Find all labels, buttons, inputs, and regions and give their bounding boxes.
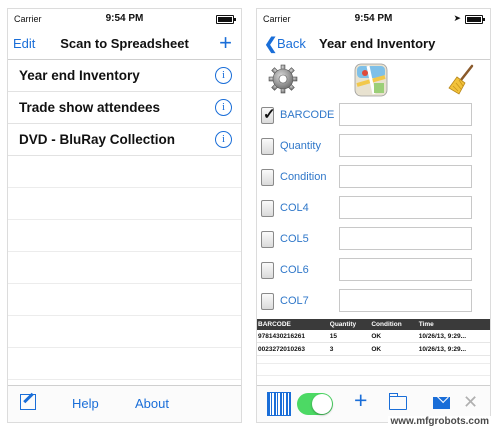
watermark: www.mfgrobots.com [388, 416, 491, 427]
back-chevron-icon[interactable]: ❮ [264, 34, 277, 54]
empty-row [8, 188, 241, 220]
field-input[interactable] [339, 289, 472, 312]
empty-row [8, 348, 241, 380]
gear-icon[interactable] [268, 64, 298, 94]
field-input[interactable] [339, 196, 472, 219]
field-label: BARCODE [280, 109, 335, 121]
field-checkbox[interactable] [261, 262, 274, 279]
info-icon[interactable]: i [215, 67, 232, 84]
empty-row [8, 316, 241, 348]
status-bar: Carrier 9:54 PM ➤ [257, 9, 490, 29]
add-button[interactable]: + [219, 30, 232, 56]
field-checkbox[interactable] [261, 138, 274, 155]
field-input[interactable] [339, 165, 472, 188]
field-checkbox[interactable] [261, 293, 274, 310]
info-icon[interactable]: i [215, 131, 232, 148]
field-row-col5: COL5 [257, 224, 490, 255]
spreadsheet-list: Year end Inventory i Trade show attendee… [8, 60, 241, 380]
list-item[interactable]: DVD - BluRay Collection i [8, 124, 241, 156]
navigation-bar: Edit Scan to Spreadsheet + [8, 29, 241, 60]
compose-icon[interactable] [20, 394, 36, 410]
field-label: COL5 [280, 233, 309, 245]
field-checkbox[interactable] [261, 200, 274, 217]
field-row-condition: Condition [257, 162, 490, 193]
map-icon[interactable] [354, 63, 388, 97]
field-label: COL7 [280, 295, 309, 307]
table-cell: OK [370, 330, 418, 343]
scan-toggle[interactable] [297, 393, 333, 415]
barcode-scan-icon[interactable] [267, 392, 291, 416]
action-icons-row [257, 60, 490, 100]
field-input[interactable] [339, 134, 472, 157]
table-cell: 15 [328, 330, 371, 343]
page-title: Year end Inventory [319, 36, 436, 51]
column-header: Time [417, 319, 490, 330]
about-button[interactable]: About [135, 396, 169, 411]
field-row-quantity: Quantity [257, 131, 490, 162]
field-input[interactable] [339, 227, 472, 250]
mail-icon[interactable] [433, 397, 450, 409]
list-item-label: DVD - BluRay Collection [19, 132, 176, 147]
add-row-button[interactable]: + [354, 387, 367, 414]
empty-row [8, 156, 241, 188]
battery-icon [216, 15, 236, 24]
field-row-col6: COL6 [257, 255, 490, 286]
left-phone-screen: Carrier 9:54 PM Edit Scan to Spreadsheet… [7, 8, 242, 423]
status-bar: Carrier 9:54 PM [8, 9, 241, 29]
checkmark-icon: ✓ [263, 106, 276, 123]
folder-icon[interactable] [389, 393, 407, 410]
table-header-row: BARCODE Quantity Condition Time [257, 319, 490, 330]
field-label: Quantity [280, 140, 321, 152]
bottom-toolbar: Help About [8, 385, 241, 422]
right-phone-screen: Carrier 9:54 PM ➤ ❮ Back Year end Invent… [256, 8, 491, 423]
field-checkbox[interactable]: ✓ [261, 106, 276, 124]
list-item[interactable]: Year end Inventory i [8, 60, 241, 92]
page-title: Scan to Spreadsheet [60, 36, 189, 51]
close-icon[interactable]: ✕ [463, 392, 478, 413]
list-item-label: Trade show attendees [19, 100, 161, 115]
field-label: Condition [280, 171, 327, 183]
location-icon: ➤ [453, 13, 461, 23]
navigation-bar: ❮ Back Year end Inventory [257, 29, 490, 60]
field-row-barcode: ✓ BARCODE [257, 100, 490, 131]
column-header: Quantity [328, 319, 371, 330]
field-row-col4: COL4 [257, 193, 490, 224]
field-checkbox[interactable] [261, 231, 274, 248]
empty-row [257, 365, 490, 376]
field-input[interactable] [339, 103, 472, 126]
broom-icon[interactable] [447, 64, 477, 96]
list-item-label: Year end Inventory [19, 68, 140, 83]
status-time: 9:54 PM [105, 13, 144, 24]
scan-results-table: BARCODE Quantity Condition Time 97814302… [257, 319, 490, 356]
empty-row [257, 353, 490, 364]
list-item[interactable]: Trade show attendees i [8, 92, 241, 124]
back-button[interactable]: Back [277, 36, 306, 51]
empty-row [8, 252, 241, 284]
help-button[interactable]: Help [72, 396, 99, 411]
empty-row [8, 220, 241, 252]
field-label: COL4 [280, 202, 309, 214]
field-label: COL6 [280, 264, 309, 276]
column-field-list: ✓ BARCODE Quantity Condition COL4 COL5 C… [257, 100, 490, 317]
empty-row [8, 284, 241, 316]
column-header: Condition [370, 319, 418, 330]
table-cell: 9781430216261 [257, 330, 329, 343]
battery-icon [465, 15, 485, 24]
field-row-col7: COL7 [257, 286, 490, 317]
column-header: BARCODE [257, 319, 329, 330]
table-cell: 10/26/13, 9:29... [417, 330, 490, 343]
field-checkbox[interactable] [261, 169, 274, 186]
info-icon[interactable]: i [215, 99, 232, 116]
table-row[interactable]: 9781430216261 15 OK 10/26/13, 9:29... [257, 330, 490, 343]
toggle-knob [312, 394, 332, 414]
field-input[interactable] [339, 258, 472, 281]
